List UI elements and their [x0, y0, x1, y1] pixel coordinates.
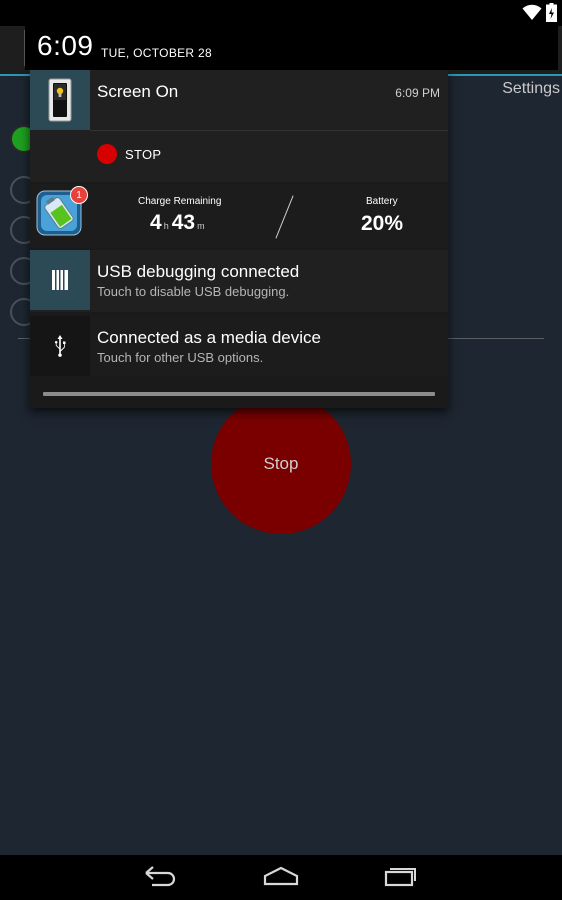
- wifi-icon: [522, 4, 542, 20]
- status-bar: [0, 0, 562, 26]
- home-icon[interactable]: [263, 865, 299, 887]
- battery-charging-icon: [546, 3, 557, 22]
- notification-subtitle: Touch for other USB options.: [97, 350, 264, 365]
- usb-debug-icon: [52, 270, 68, 290]
- notification-icon-box: [30, 316, 90, 376]
- notification-title: Screen On: [97, 82, 179, 101]
- shade-drag-handle[interactable]: [43, 392, 435, 396]
- battery-label: Battery: [366, 196, 398, 207]
- notification-title: Connected as a media device: [97, 328, 321, 347]
- shade-header: 6:09 TUE, OCTOBER 28: [25, 26, 558, 70]
- usb-icon: [54, 335, 66, 357]
- notification-media-device[interactable]: Connected as a media device Touch for ot…: [30, 316, 448, 376]
- charge-hours-unit: h: [163, 221, 169, 231]
- stop-action-label: STOP: [125, 146, 162, 162]
- notification-icon-box: [30, 70, 90, 130]
- charge-hours: 4: [150, 211, 162, 234]
- settings-tab[interactable]: Settings: [502, 80, 560, 98]
- navigation-bar: [0, 855, 562, 900]
- notification-title: USB debugging connected: [97, 262, 300, 281]
- stop-action-button[interactable]: STOP: [97, 144, 161, 164]
- stop-button-label: Stop: [263, 454, 299, 473]
- clock-date: TUE, OCTOBER 28: [101, 46, 212, 60]
- battery-percentage: 20%: [361, 212, 404, 235]
- back-icon[interactable]: [144, 865, 178, 887]
- charge-minutes-unit: m: [197, 221, 205, 231]
- notification-shade: Screen On 6:09 PM STOP 1 Charge Remainin…: [30, 70, 448, 408]
- notification-icon-box: [30, 250, 90, 310]
- stop-dot-icon: [97, 144, 117, 164]
- clock-time: 6:09: [37, 30, 94, 61]
- stop-button[interactable]: Stop: [211, 394, 351, 534]
- charge-remaining-value: 4 h 43 m: [150, 211, 208, 235]
- notification-usb-debugging[interactable]: USB debugging connected Touch to disable…: [30, 250, 448, 312]
- divider-slash: [275, 195, 294, 239]
- separator: [90, 130, 448, 131]
- notification-subtitle: Touch to disable USB debugging.: [97, 284, 290, 299]
- notification-badge: 1: [70, 186, 88, 204]
- charge-remaining-label: Charge Remaining: [138, 196, 222, 207]
- charge-minutes: 43: [171, 211, 196, 234]
- notification-battery[interactable]: 1 Charge Remaining 4 h 43 m Battery 20%: [30, 184, 448, 248]
- recent-apps-icon[interactable]: [384, 865, 418, 887]
- notification-screen-on[interactable]: Screen On 6:09 PM STOP: [30, 70, 448, 182]
- light-switch-icon: [48, 78, 72, 122]
- notification-time: 6:09 PM: [395, 86, 440, 100]
